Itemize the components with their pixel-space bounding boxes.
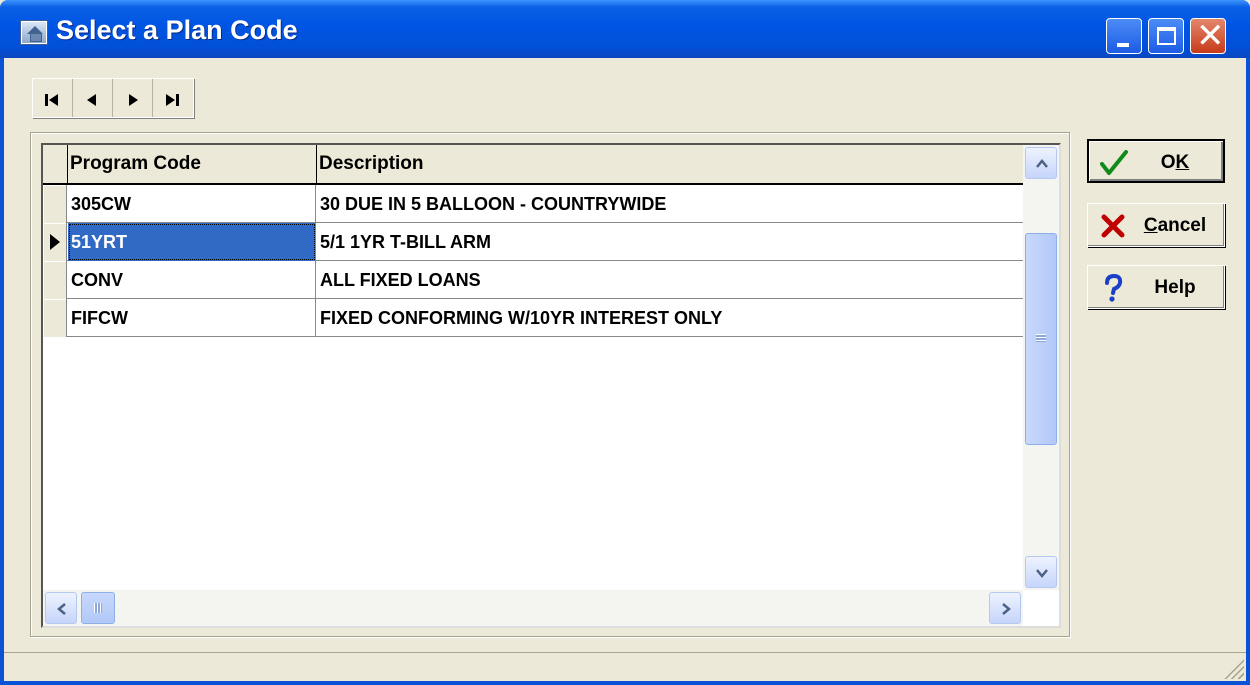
window-title: Select a Plan Code: [56, 15, 298, 45]
question-mark-icon: [1105, 273, 1123, 302]
description-cell[interactable]: FIXED CONFORMING W/10YR INTEREST ONLY: [317, 299, 1023, 337]
chevron-up-icon: [1036, 159, 1048, 168]
next-record-icon: [129, 94, 138, 106]
horizontal-scroll-thumb[interactable]: [81, 592, 115, 624]
title-bar[interactable]: Select a Plan Code ✕: [0, 0, 1250, 58]
table-row[interactable]: FIFCW FIXED CONFORMING W/10YR INTEREST O…: [43, 299, 1023, 337]
ok-button[interactable]: OK: [1087, 139, 1225, 183]
table-row[interactable]: 51YRT 5/1 1YR T-BILL ARM: [43, 223, 1023, 261]
current-row-indicator-icon[interactable]: [43, 223, 67, 261]
maximize-icon: [1157, 27, 1176, 45]
minimize-icon: [1117, 43, 1129, 47]
description-cell[interactable]: 5/1 1YR T-BILL ARM: [317, 223, 1023, 261]
checkmark-icon: [1100, 150, 1128, 175]
grid-header: Program Code Description: [43, 145, 1023, 185]
minimize-button[interactable]: [1106, 18, 1142, 54]
table-row[interactable]: CONV ALL FIXED LOANS: [43, 261, 1023, 299]
horizontal-scrollbar[interactable]: [43, 590, 1023, 626]
program-code-cell[interactable]: 51YRT: [68, 223, 316, 261]
maximize-button[interactable]: [1148, 18, 1184, 54]
scroll-up-button[interactable]: [1025, 147, 1057, 179]
last-record-icon: [166, 94, 175, 106]
header-indicator: [43, 145, 68, 183]
row-indicator[interactable]: [43, 299, 67, 337]
next-record-button[interactable]: [113, 79, 153, 117]
prior-record-icon: [87, 94, 96, 106]
prior-record-button[interactable]: [73, 79, 113, 117]
row-indicator[interactable]: [43, 261, 67, 299]
x-icon: [1101, 214, 1125, 238]
vertical-scrollbar[interactable]: [1023, 145, 1059, 590]
resize-grip-icon[interactable]: [1222, 657, 1244, 679]
scroll-down-button[interactable]: [1025, 556, 1057, 588]
help-label: Help: [1154, 277, 1196, 298]
description-cell[interactable]: ALL FIXED LOANS: [317, 261, 1023, 299]
column-header-description[interactable]: Description: [317, 145, 1023, 183]
program-code-cell[interactable]: CONV: [68, 261, 316, 299]
close-icon: ✕: [1196, 16, 1225, 56]
vertical-scroll-thumb[interactable]: [1025, 233, 1057, 445]
scroll-right-button[interactable]: [989, 592, 1021, 624]
chevron-right-icon: [1002, 603, 1011, 615]
ok-label: OK: [1160, 152, 1190, 173]
program-code-cell[interactable]: 305CW: [68, 185, 316, 223]
chevron-left-icon: [57, 603, 66, 615]
cancel-label: Cancel: [1143, 215, 1207, 236]
program-code-cell[interactable]: FIFCW: [68, 299, 316, 337]
grid-panel: Program Code Description 305CW 30 DUE IN…: [30, 132, 1070, 637]
navigator-toolbar: [32, 78, 194, 118]
cancel-button[interactable]: Cancel: [1087, 203, 1225, 247]
app-icon[interactable]: [21, 21, 47, 44]
status-bar: [4, 652, 1246, 681]
help-button[interactable]: Help: [1087, 265, 1225, 309]
scroll-left-button[interactable]: [45, 592, 77, 624]
first-record-button[interactable]: [33, 79, 73, 117]
row-indicator[interactable]: [43, 185, 67, 223]
plan-code-grid[interactable]: Program Code Description 305CW 30 DUE IN…: [41, 143, 1061, 628]
close-button[interactable]: ✕: [1190, 16, 1226, 56]
table-row[interactable]: 305CW 30 DUE IN 5 BALLOON - COUNTRYWIDE: [43, 185, 1023, 223]
chevron-down-icon: [1036, 569, 1048, 578]
plan-code-dialog: Select a Plan Code ✕ Program Code Descri…: [0, 0, 1250, 685]
last-record-button[interactable]: [153, 79, 193, 117]
first-record-icon: [45, 94, 48, 106]
description-cell[interactable]: 30 DUE IN 5 BALLOON - COUNTRYWIDE: [317, 185, 1023, 223]
column-header-program-code[interactable]: Program Code: [68, 145, 317, 183]
